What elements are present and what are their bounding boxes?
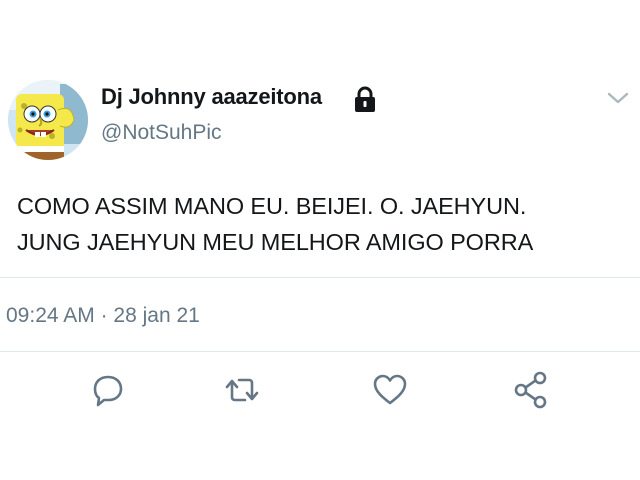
retweet-button[interactable] [222, 370, 262, 410]
tweet-text-line: COMO ASSIM MANO EU. BEIJEI. O. JAEHYUN. [17, 193, 527, 219]
tweet-text-line: JUNG JAEHYUN MEU MELHOR AMIGO PORRA [17, 229, 534, 255]
share-button[interactable] [512, 370, 552, 410]
avatar[interactable] [8, 80, 88, 160]
reply-icon [93, 375, 123, 407]
timestamp-separator: · [100, 304, 108, 327]
spongebob-avatar-image [8, 80, 88, 160]
user-handle[interactable]: @NotSuhPic [101, 121, 222, 145]
like-icon [373, 374, 407, 405]
divider [0, 277, 640, 278]
action-bar [0, 360, 640, 420]
tweet-date[interactable]: 28 jan 21 [113, 304, 199, 327]
retweet-icon [225, 378, 259, 402]
reply-button[interactable] [88, 370, 128, 410]
display-name[interactable]: Dj Johnny aaazeitona [101, 84, 322, 110]
chevron-down-icon[interactable] [606, 88, 630, 108]
tweet-time[interactable]: 09:24 AM [6, 304, 95, 327]
timestamp[interactable]: 09:24 AM · 28 jan 21 [6, 304, 200, 328]
like-button[interactable] [370, 370, 410, 410]
tweet-text: COMO ASSIM MANO EU. BEIJEI. O. JAEHYUN. … [17, 188, 533, 260]
lock-icon [355, 86, 375, 112]
divider [0, 351, 640, 352]
share-icon [514, 371, 547, 409]
